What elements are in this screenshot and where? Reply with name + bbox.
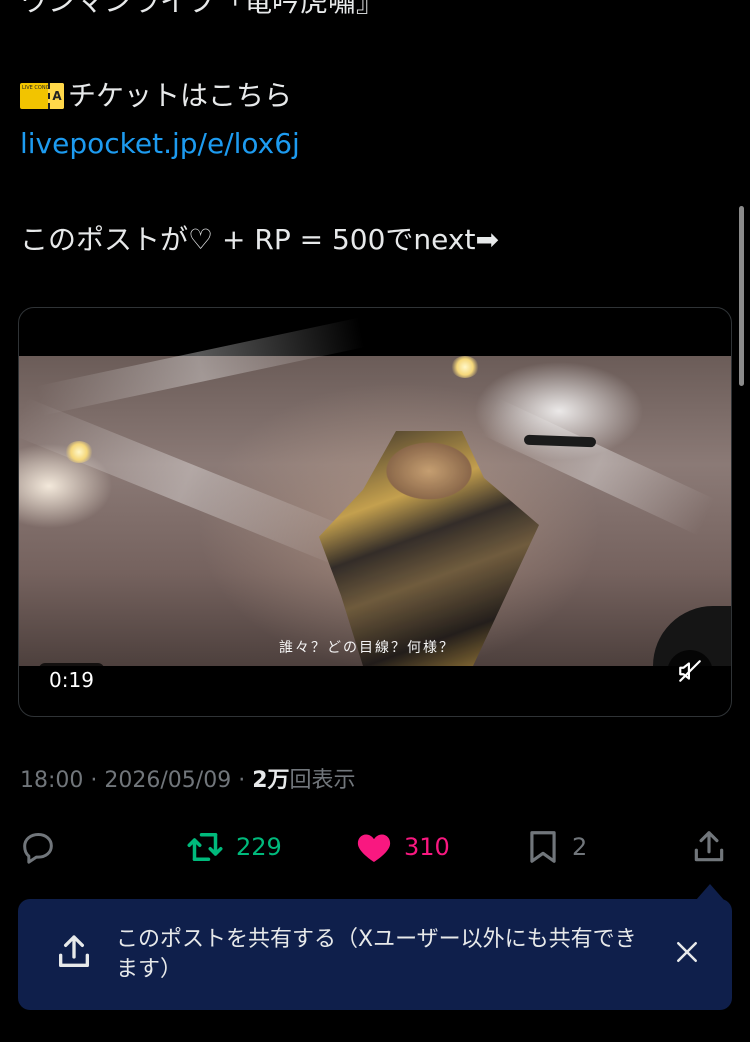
toast-text: このポストを共有する（Xユーザー以外にも共有できます） (116, 927, 637, 982)
stage-light (451, 356, 479, 378)
ticket-link[interactable]: livepocket.jp/e/lox6j (20, 126, 300, 162)
meta-separator: · (83, 768, 105, 793)
heart-icon (354, 827, 394, 867)
ticket-line: LIVE CONCERT TICKET A チケットはこちら (20, 78, 292, 114)
share-button[interactable] (690, 820, 728, 874)
bookmark-icon (524, 827, 562, 867)
ticket-icon-text: LIVE CONCERT TICKET (22, 85, 64, 91)
stage-light-beam (19, 397, 361, 570)
ticket-icon: LIVE CONCERT TICKET A (20, 83, 64, 109)
post-cta-text: このポストが♡ + RP = 500でnext➡ (20, 223, 499, 256)
retweet-icon (184, 826, 226, 868)
video-subtitle: 誰々？どの目線？何様？ (279, 640, 455, 656)
post-time: 18:00 (20, 768, 84, 793)
retweet-count: 229 (236, 833, 282, 861)
bookmark-button[interactable]: 2 (524, 820, 587, 874)
post-date: 2026/05/09 (104, 768, 232, 793)
like-count: 310 (404, 833, 450, 861)
close-icon[interactable] (672, 937, 702, 971)
mute-button[interactable] (667, 650, 713, 696)
tweet-detail-page: ワンマンライブ「竜吟虎嘯』 LIVE CONCERT TICKET A チケット… (0, 0, 750, 1042)
scrollbar[interactable] (739, 206, 744, 386)
views-count: 2万 (252, 768, 290, 793)
meta-separator: · (231, 768, 253, 793)
reply-button[interactable] (18, 820, 58, 874)
performer (319, 431, 539, 666)
views-label: 回表示 (289, 768, 356, 793)
video-time: 0:19 (39, 663, 104, 697)
like-button[interactable]: 310 (354, 820, 450, 874)
retweet-button[interactable]: 229 (184, 820, 282, 874)
post-text-cut-line: ワンマンライブ「竜吟虎嘯』 (20, 0, 385, 18)
stage-light (65, 441, 93, 463)
share-toast[interactable]: このポストを共有する（Xユーザー以外にも共有できます） (18, 899, 732, 1010)
reply-icon (18, 827, 58, 867)
ticket-icon-letter: A (48, 83, 64, 109)
share-icon (54, 931, 94, 977)
action-bar: 229 310 2 (0, 820, 750, 874)
share-icon (690, 827, 728, 867)
speaker-muted-icon (677, 658, 703, 688)
stage-light-beam (35, 317, 365, 416)
toast-arrow (696, 884, 724, 900)
ticket-text: チケットはこちら (68, 79, 293, 112)
bookmark-count: 2 (572, 833, 588, 861)
video-player[interactable]: 誰々？どの目線？何様？ 0:19 (18, 307, 732, 717)
post-meta: 18:00 · 2026/05/09 · 2万回表示 (20, 762, 356, 794)
video-frame[interactable]: 誰々？どの目線？何様？ (19, 317, 731, 666)
